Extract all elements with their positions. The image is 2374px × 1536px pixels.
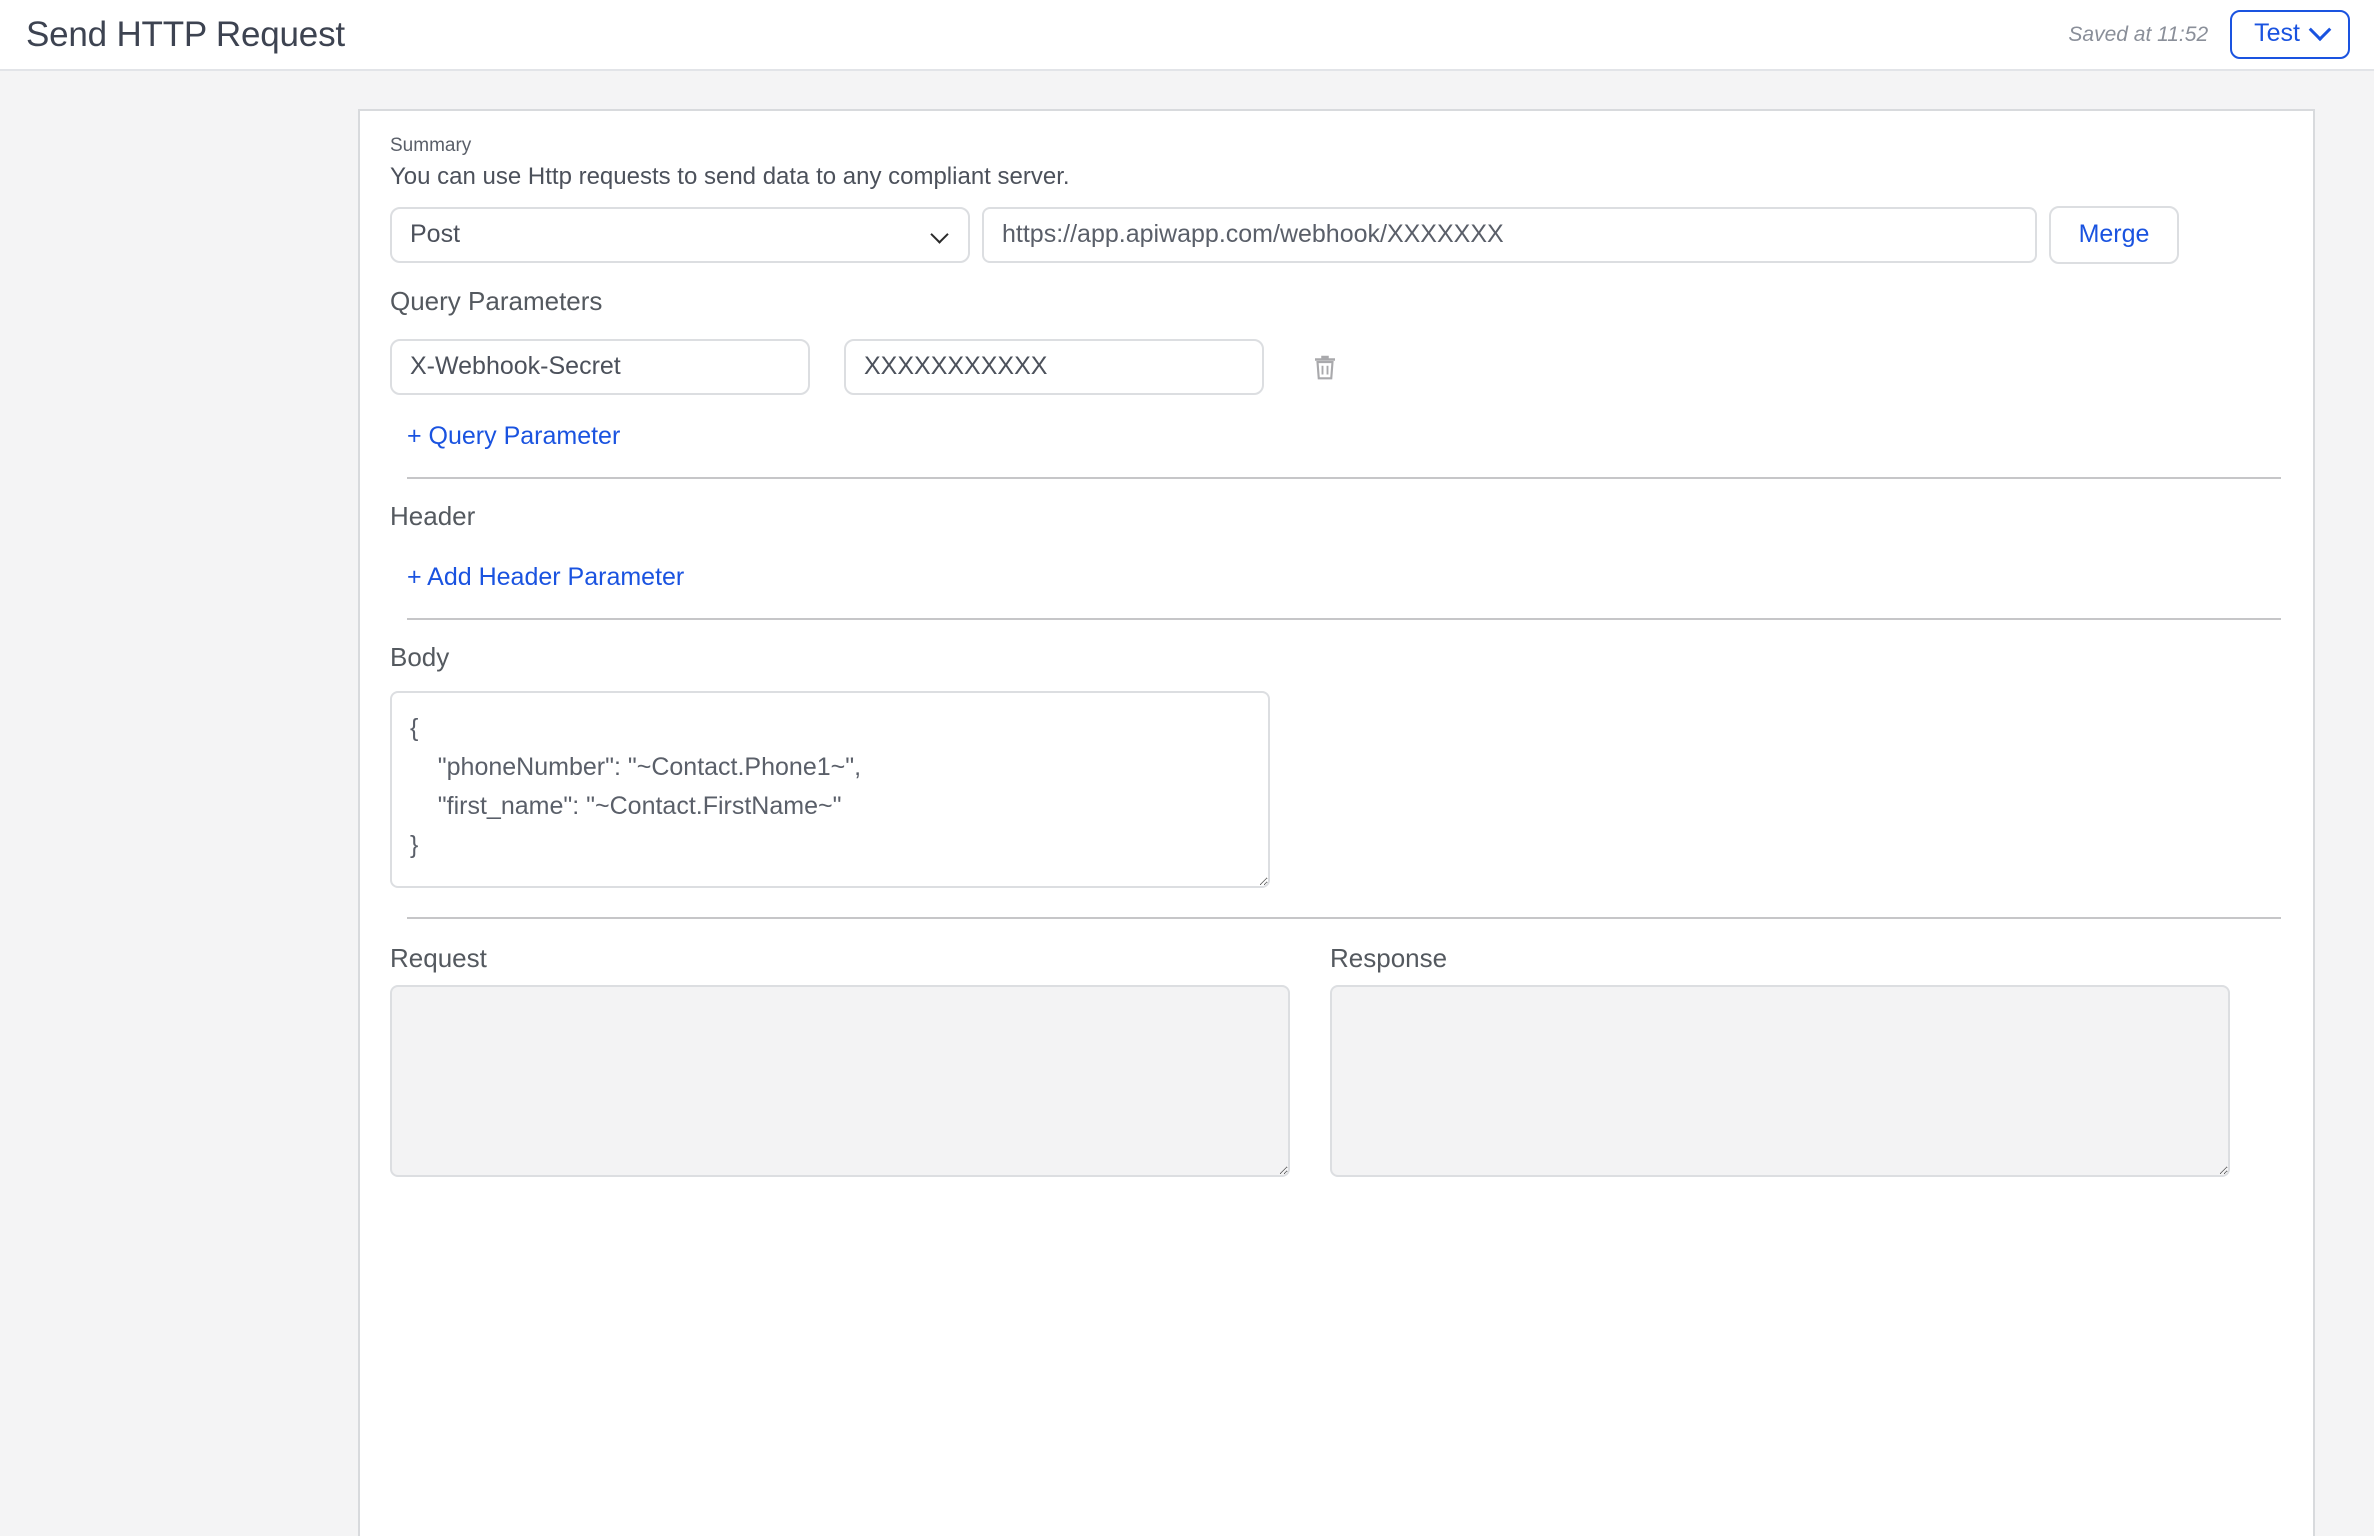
http-request-card: Summary You can use Http requests to sen… bbox=[358, 109, 2315, 1536]
test-button[interactable]: Test bbox=[2230, 9, 2350, 60]
chevron-down-icon bbox=[930, 225, 949, 244]
chevron-down-icon bbox=[2308, 17, 2332, 41]
query-parameter-key-input[interactable] bbox=[390, 338, 810, 395]
test-button-label: Test bbox=[2254, 18, 2300, 47]
request-label: Request bbox=[390, 943, 487, 974]
query-parameter-value-input[interactable] bbox=[844, 338, 1264, 395]
page-title: Send HTTP Request bbox=[26, 15, 345, 54]
page-body: Summary You can use Http requests to sen… bbox=[0, 71, 2374, 1536]
body-textarea[interactable]: { "phoneNumber": "~Contact.Phone1~", "fi… bbox=[390, 691, 1270, 889]
divider-header-body bbox=[407, 618, 2281, 621]
header-actions: Saved at 11:52 Test bbox=[2068, 9, 2350, 60]
divider-body-results bbox=[407, 917, 2281, 920]
app-header: Send HTTP Request Saved at 11:52 Test bbox=[0, 0, 2374, 71]
body-section-label: Body bbox=[390, 642, 450, 673]
add-query-parameter-button[interactable]: + Query Parameter bbox=[407, 421, 620, 451]
summary-description: You can use Http requests to send data t… bbox=[390, 162, 1070, 190]
header-section: Header + Add Header Parameter bbox=[390, 501, 2283, 592]
divider-query-header bbox=[407, 476, 2281, 479]
response-output-textarea[interactable] bbox=[1330, 984, 2230, 1177]
add-header-parameter-row: + Add Header Parameter bbox=[407, 562, 2283, 592]
body-section: Body { "phoneNumber": "~Contact.Phone1~"… bbox=[390, 642, 2283, 893]
request-column: Request bbox=[390, 943, 1290, 1181]
trash-icon bbox=[1315, 355, 1335, 380]
add-query-parameter-row: + Query Parameter bbox=[407, 421, 2283, 451]
query-parameters-section: Query Parameters + Query Parameter bbox=[390, 286, 2283, 451]
summary-label: Summary bbox=[390, 135, 472, 156]
response-column: Response bbox=[1330, 943, 2230, 1181]
query-parameter-row bbox=[390, 338, 2283, 395]
response-label: Response bbox=[1330, 943, 1448, 974]
request-output-textarea[interactable] bbox=[390, 984, 1290, 1177]
header-section-label: Header bbox=[390, 500, 476, 531]
add-header-parameter-button[interactable]: + Add Header Parameter bbox=[407, 562, 684, 592]
delete-query-parameter-button[interactable] bbox=[1306, 347, 1344, 387]
merge-button[interactable]: Merge bbox=[2049, 205, 2179, 264]
http-method-select[interactable]: Post bbox=[390, 206, 970, 263]
query-parameters-label: Query Parameters bbox=[390, 285, 603, 316]
results-section: Request Response bbox=[390, 943, 2283, 1181]
http-method-value: Post bbox=[410, 220, 461, 249]
url-input[interactable] bbox=[982, 206, 2037, 263]
request-line-row: Post Merge bbox=[390, 205, 2283, 264]
saved-status: Saved at 11:52 bbox=[2068, 22, 2209, 46]
